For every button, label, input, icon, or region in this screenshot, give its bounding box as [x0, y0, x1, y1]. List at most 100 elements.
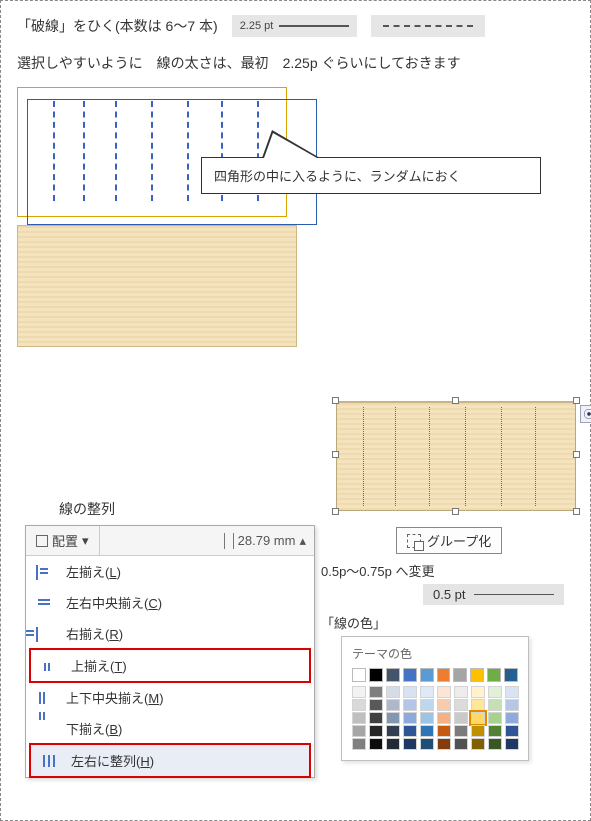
resize-handle[interactable] — [573, 508, 580, 515]
color-swatch[interactable] — [471, 699, 485, 711]
color-swatch[interactable] — [504, 668, 518, 682]
color-swatch[interactable] — [403, 686, 417, 698]
page-frame: 「破線」をひく(本数は 6～7 本) 2.25 pt 選択しやすいように 線の太… — [0, 0, 591, 821]
color-swatch[interactable] — [386, 738, 400, 750]
color-swatch[interactable] — [488, 738, 502, 750]
color-swatch[interactable] — [453, 668, 467, 682]
menu-item-key: T — [114, 659, 122, 674]
color-swatch[interactable] — [505, 712, 519, 724]
color-swatch[interactable] — [487, 668, 501, 682]
dashed-vertical-line — [187, 101, 189, 201]
color-swatch[interactable] — [403, 738, 417, 750]
color-swatch[interactable] — [386, 699, 400, 711]
align-dropdown-icon — [36, 535, 48, 547]
color-swatch[interactable] — [386, 668, 400, 682]
color-swatch[interactable] — [352, 699, 366, 711]
dashed-vertical-line — [83, 101, 85, 201]
color-swatch[interactable] — [369, 686, 383, 698]
menu-item-align-center-h[interactable]: 左右中央揃え(C) — [26, 587, 314, 618]
color-swatch[interactable] — [352, 686, 366, 698]
color-swatch[interactable] — [420, 699, 434, 711]
menu-item-align-middle[interactable]: 上下中央揃え(M) — [26, 682, 314, 713]
palette-tint-grid — [352, 686, 518, 750]
color-swatch[interactable] — [420, 738, 434, 750]
color-swatch[interactable] — [470, 668, 484, 682]
color-swatch[interactable] — [420, 686, 434, 698]
spinner-icon: ▴ — [299, 533, 306, 549]
color-swatch[interactable] — [505, 738, 519, 750]
resize-handle[interactable] — [332, 451, 339, 458]
color-swatch[interactable] — [437, 699, 451, 711]
resize-handle[interactable] — [332, 397, 339, 404]
menu-item-align-top[interactable]: 上揃え(T) — [31, 650, 309, 681]
group-button[interactable]: グループ化 — [396, 527, 502, 554]
color-swatch[interactable] — [403, 668, 417, 682]
color-swatch[interactable] — [420, 668, 434, 682]
dashed-vertical-line — [151, 101, 153, 201]
color-swatch[interactable] — [471, 712, 485, 724]
resize-handle[interactable] — [452, 397, 459, 404]
color-swatch[interactable] — [437, 738, 451, 750]
color-swatch[interactable] — [403, 725, 417, 737]
color-swatch[interactable] — [437, 725, 451, 737]
color-swatch[interactable] — [352, 738, 366, 750]
color-swatch[interactable] — [505, 699, 519, 711]
color-swatch[interactable] — [471, 686, 485, 698]
color-swatch[interactable] — [369, 712, 383, 724]
color-swatch[interactable] — [403, 699, 417, 711]
color-swatch[interactable] — [488, 712, 502, 724]
dimension-value: 28.79 mm — [238, 533, 296, 548]
align-menu: 配置 ▾ 28.79 mm ▴ 左揃え(L) 左右中央揃え(C) 右揃え(R — [25, 525, 315, 778]
menu-item-align-right[interactable]: 右揃え(R) — [26, 618, 314, 649]
resize-handle[interactable] — [332, 508, 339, 515]
color-swatch[interactable] — [369, 668, 383, 682]
resize-handle[interactable] — [573, 451, 580, 458]
align-right-icon — [36, 627, 38, 642]
color-swatch[interactable] — [488, 699, 502, 711]
menu-item-align-bottom[interactable]: 下揃え(B) — [26, 713, 314, 744]
color-swatch[interactable] — [488, 725, 502, 737]
solid-line-icon — [279, 25, 349, 27]
dotted-vertical-line — [465, 407, 466, 506]
color-swatch[interactable] — [437, 668, 451, 682]
resize-handle[interactable] — [573, 397, 580, 404]
color-swatch[interactable] — [352, 725, 366, 737]
color-swatch[interactable] — [471, 738, 485, 750]
illustration-grouped-shape: ⦿ — [336, 401, 576, 511]
color-swatch[interactable] — [369, 738, 383, 750]
color-swatch[interactable] — [437, 686, 451, 698]
menu-item-distribute-h[interactable]: 左右に整列(H) — [31, 745, 309, 776]
dimension-field[interactable]: 28.79 mm ▴ — [100, 533, 314, 549]
color-swatch[interactable] — [454, 738, 468, 750]
color-swatch[interactable] — [386, 725, 400, 737]
color-swatch[interactable] — [386, 712, 400, 724]
color-swatch[interactable] — [403, 712, 417, 724]
menu-item-align-left[interactable]: 左揃え(L) — [26, 556, 314, 587]
color-swatch[interactable] — [420, 712, 434, 724]
menu-item-key: C — [148, 596, 157, 611]
color-swatch[interactable] — [352, 668, 366, 682]
color-swatch[interactable] — [454, 725, 468, 737]
color-swatch[interactable] — [437, 712, 451, 724]
color-swatch[interactable] — [471, 725, 485, 737]
dotted-vertical-line — [429, 407, 430, 506]
color-swatch[interactable] — [505, 725, 519, 737]
color-swatch[interactable] — [352, 712, 366, 724]
line-weight-sample-05: 0.5 pt — [423, 584, 564, 605]
dotted-vertical-line — [501, 407, 502, 506]
layout-options-icon[interactable]: ⦿ — [580, 405, 591, 423]
color-swatch[interactable] — [386, 686, 400, 698]
resize-handle[interactable] — [452, 508, 459, 515]
instruction-text-2: 選択しやすいように 線の太さは、最初 2.25p ぐらいにしておきます — [17, 53, 574, 73]
color-swatch[interactable] — [505, 686, 519, 698]
color-swatch[interactable] — [454, 686, 468, 698]
color-swatch[interactable] — [420, 725, 434, 737]
color-swatch[interactable] — [454, 699, 468, 711]
align-section-title: 線の整列 — [59, 499, 315, 519]
color-swatch[interactable] — [454, 712, 468, 724]
menu-item-key: M — [148, 691, 159, 706]
color-swatch[interactable] — [369, 699, 383, 711]
align-dropdown[interactable]: 配置 ▾ — [26, 526, 100, 555]
color-swatch[interactable] — [369, 725, 383, 737]
color-swatch[interactable] — [488, 686, 502, 698]
